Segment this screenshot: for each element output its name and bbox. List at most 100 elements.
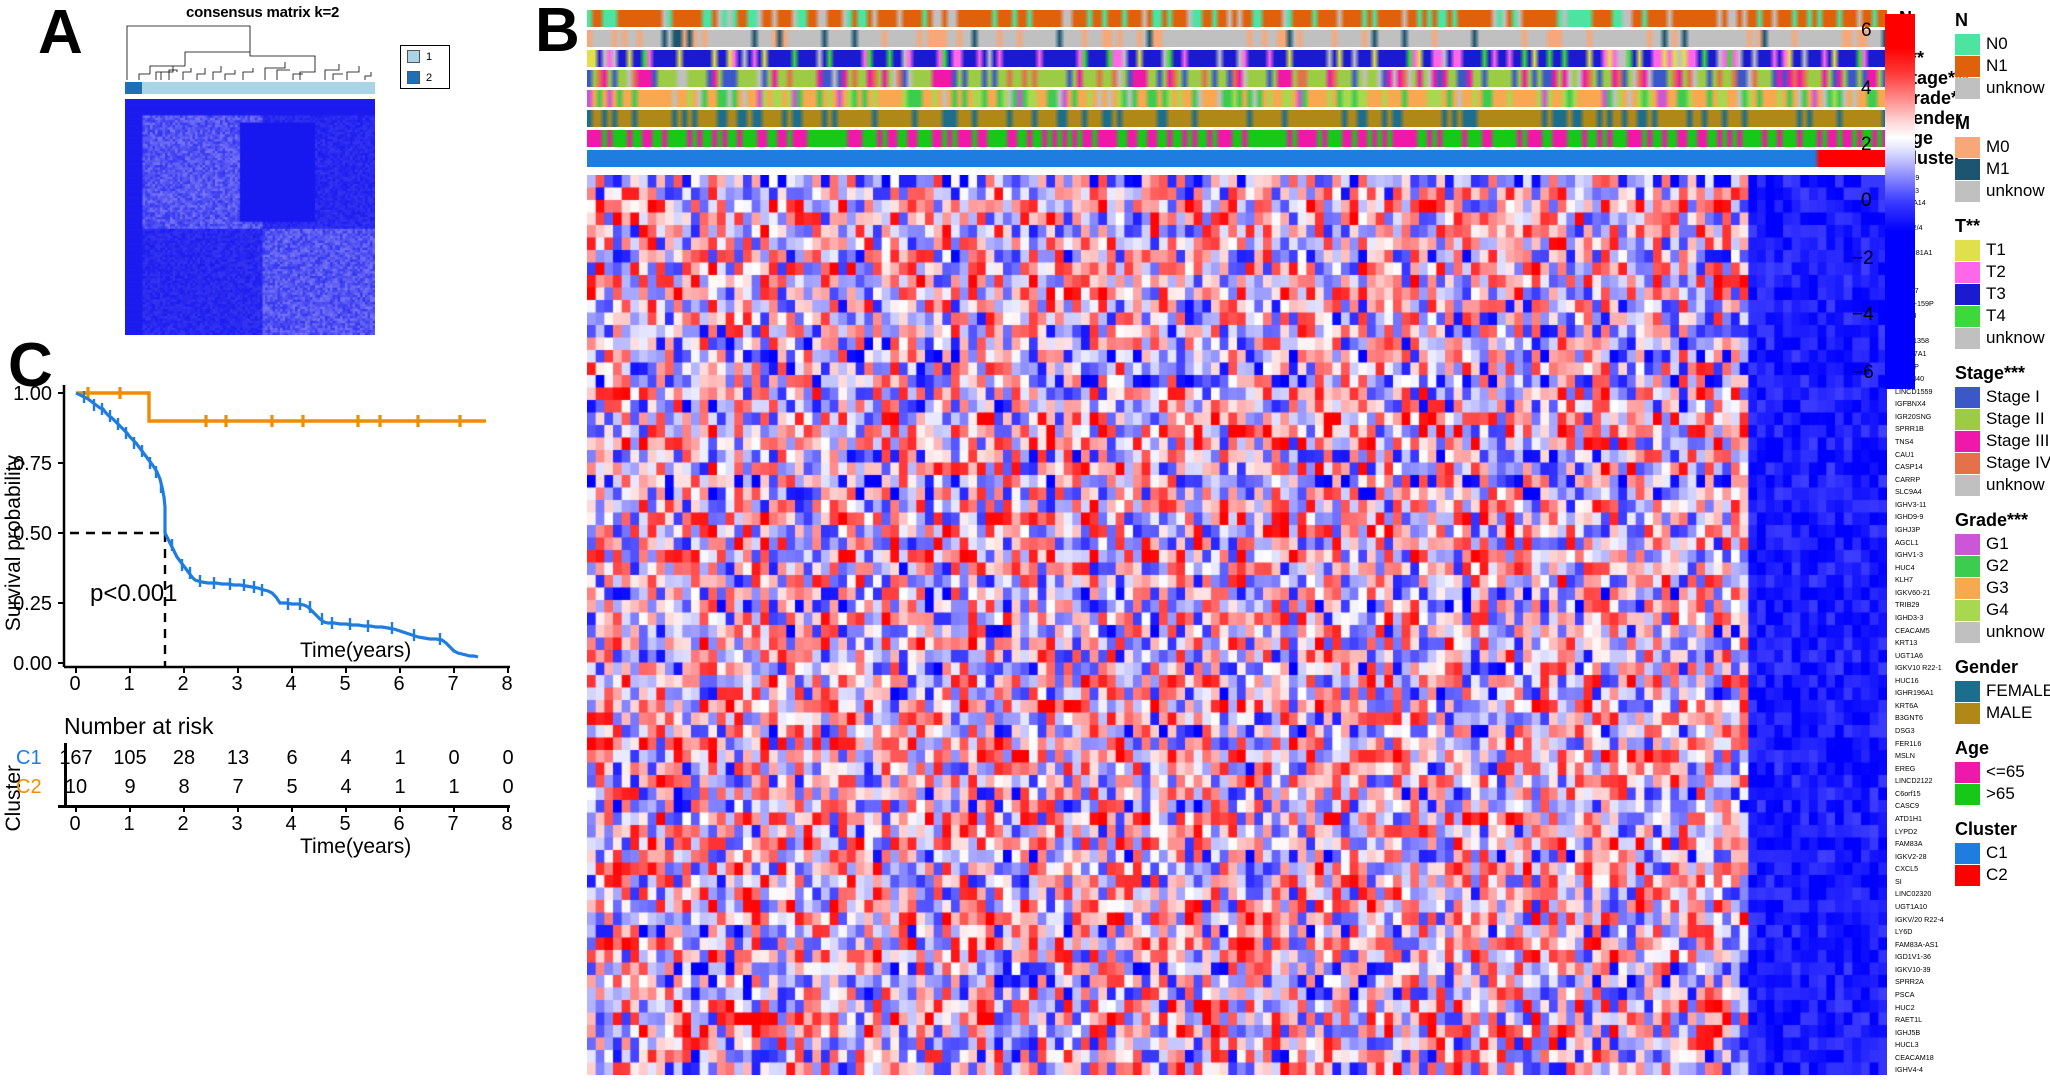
- scale-tick-2: 2: [1861, 134, 1872, 155]
- legend-swatch: [1955, 599, 1980, 621]
- risk-c2-t1: 9: [124, 776, 136, 798]
- legend-item: unknow: [1955, 474, 2050, 496]
- gene-label: IGHD9-9: [1895, 512, 1924, 522]
- annotation-row-t: T**: [587, 48, 1924, 68]
- legend-label: G4: [1986, 600, 2009, 619]
- legend-item: Stage IV: [1955, 452, 2050, 474]
- risk-table-title: Number at risk: [64, 713, 214, 739]
- legend-group-gender: Gender FEMALE MALE: [1955, 657, 2050, 724]
- gene-label: CEACAM18: [1895, 1052, 1934, 1062]
- legend-item-1: 1: [401, 46, 449, 67]
- gene-label: HUC4: [1895, 562, 1915, 572]
- legend-group-cluster: Cluster C1 C2: [1955, 819, 2050, 886]
- heatmap-legend-column: N N0 N1 unknow M M0 M1 unknow T** T1 T2 T3 T4 unknow S…: [1955, 10, 2050, 900]
- risk-c2-t0: 10: [64, 776, 88, 798]
- legend-item: unknow: [1955, 77, 2050, 99]
- legend-swatch: [1955, 621, 1980, 643]
- km-xtick-6: 6: [393, 673, 405, 695]
- legend-group-age: Age <=65 >65: [1955, 738, 2050, 805]
- legend-swatch: [1955, 386, 1980, 408]
- gene-label: TRIB29: [1895, 600, 1920, 610]
- gene-label: IGKV/20 R22-4: [1895, 914, 1944, 924]
- risk-c1-t8: 0: [502, 747, 514, 769]
- gene-label: IGD1V1-36: [1895, 952, 1931, 962]
- risk-c1-t6: 1: [394, 747, 406, 769]
- legend-swatch: [1955, 261, 1980, 283]
- risk-c2-t7: 1: [448, 776, 460, 798]
- annotation-row-age: Age: [587, 128, 1933, 148]
- legend-item: T2: [1955, 261, 2050, 283]
- gene-label: CXCL5: [1895, 864, 1919, 874]
- risk-c1-t3: 13: [226, 747, 250, 769]
- gene-label: SPRR1B: [1895, 424, 1924, 434]
- gene-label: IGHJ3P: [1895, 524, 1921, 534]
- scale-tick-m4: −4: [1852, 304, 1874, 325]
- legend-swatch: [1955, 761, 1980, 783]
- legend-item: unknow: [1955, 180, 2050, 202]
- gene-label: IGHD3-3: [1895, 612, 1924, 622]
- legend-item: N1: [1955, 55, 2050, 77]
- legend-label: unknow: [1986, 181, 2045, 200]
- annotation-row-gender: Gender: [587, 108, 1962, 128]
- gene-label: IGHV3-11: [1895, 499, 1927, 509]
- risk-c2-t5: 4: [340, 776, 352, 798]
- km-xtick-8: 8: [501, 673, 513, 695]
- gene-label: CAU1: [1895, 449, 1915, 459]
- scale-tick-m2: −2: [1852, 248, 1874, 269]
- legend-item: G3: [1955, 577, 2050, 599]
- gene-label: FER1L6: [1895, 738, 1922, 748]
- risk-c1-t0: 167: [59, 747, 93, 769]
- legend-group-title: Gender: [1955, 657, 2019, 677]
- legend-group-title: N: [1955, 10, 1968, 30]
- risk-xtick-1: 1: [123, 813, 135, 835]
- risk-c2-t8: 0: [502, 776, 514, 798]
- legend-label: M0: [1986, 137, 2010, 156]
- legend-swatch-1: [407, 50, 420, 63]
- risk-c2-t4: 5: [286, 776, 298, 798]
- expression-heatmap: [587, 175, 1887, 1075]
- panel-a-consensus-matrix: A consensus matrix k=2 1 2: [0, 0, 560, 380]
- gene-label: IGFBNX4: [1895, 399, 1926, 409]
- gene-label: LYPD2: [1895, 826, 1918, 836]
- legend-item: T4: [1955, 305, 2050, 327]
- legend-group-title: Age: [1955, 738, 1990, 758]
- legend-label: T3: [1986, 284, 2006, 303]
- gene-label: SLC9A4: [1895, 487, 1922, 497]
- risk-c1-t4: 6: [286, 747, 298, 769]
- gene-label: KLH7: [1895, 575, 1913, 585]
- risk-c1-t5: 4: [340, 747, 352, 769]
- risk-row-label-c2: C2: [16, 776, 42, 798]
- annotation-row-stage: Stage***: [587, 68, 1969, 88]
- legend-swatch: [1955, 842, 1980, 864]
- gene-label: KRT6A: [1895, 700, 1919, 710]
- risk-xtick-0: 0: [69, 813, 81, 835]
- legend-group-title: T**: [1955, 216, 1981, 236]
- gene-label: LINCD2122: [1895, 776, 1933, 786]
- gene-label: IGKV10-39: [1895, 964, 1931, 974]
- risk-xtick-7: 7: [447, 813, 459, 835]
- legend-group-stage: Stage*** Stage I Stage II Stage III Stage IV…: [1955, 363, 2050, 496]
- gene-label: IGKV2-28: [1895, 851, 1927, 861]
- legend-swatch: [1955, 533, 1980, 555]
- km-xtick-4: 4: [285, 673, 297, 695]
- gene-label: TNS4: [1895, 436, 1914, 446]
- legend-label: Stage I: [1986, 387, 2040, 406]
- legend-swatch: [1955, 77, 1980, 99]
- legend-label: Stage III: [1986, 431, 2050, 450]
- panel-a-letter: A: [38, 0, 83, 67]
- risk-xtick-2: 2: [177, 813, 189, 835]
- legend-group-n: N N0 N1 unknow: [1955, 10, 2050, 99]
- gene-label: IGR20SNG: [1895, 411, 1932, 421]
- legend-swatch: [1955, 158, 1980, 180]
- legend-swatch: [1955, 180, 1980, 202]
- legend-item: unknow: [1955, 327, 2050, 349]
- gene-label: IGHJ5B: [1895, 1027, 1921, 1037]
- gene-label: IGKV10 R22-1: [1895, 663, 1942, 673]
- legend-item: N0: [1955, 33, 2050, 55]
- legend-item: G4: [1955, 599, 2050, 621]
- legend-swatch: [1955, 305, 1980, 327]
- km-xtick-5: 5: [339, 673, 351, 695]
- gene-label: RAET1L: [1895, 1015, 1923, 1025]
- legend-swatch: [1955, 783, 1980, 805]
- risk-xtick-3: 3: [231, 813, 243, 835]
